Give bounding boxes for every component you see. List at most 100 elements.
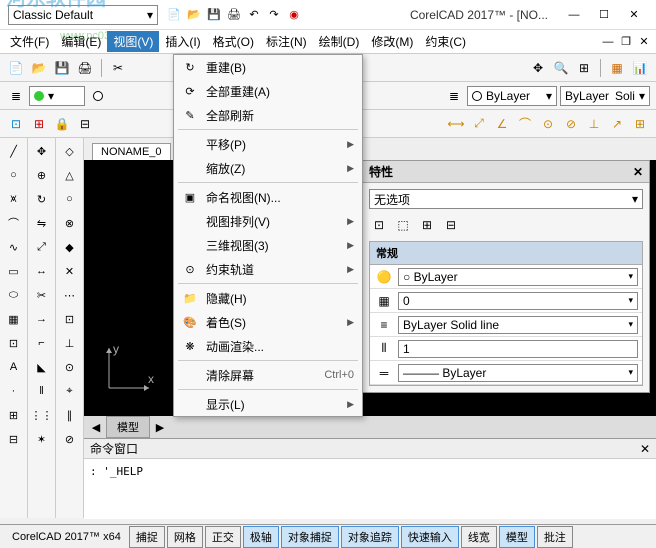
status-otrack[interactable]: 对象追踪 xyxy=(341,526,399,548)
layer-value[interactable]: 0▾ xyxy=(398,292,638,310)
dim-linear[interactable]: ⟷ xyxy=(446,114,466,134)
osnap-perp[interactable]: ⊥ xyxy=(61,334,79,352)
status-snap[interactable]: 捕捉 xyxy=(129,526,165,548)
maximize-button[interactable]: ☐ xyxy=(590,5,618,25)
layer-mgr-button[interactable]: ≣ xyxy=(6,86,26,106)
status-osnap[interactable]: 对象捕捉 xyxy=(281,526,339,548)
move-tool[interactable]: ✥ xyxy=(33,142,51,160)
dim-arc[interactable]: ⌒ xyxy=(515,114,535,134)
extend-tool[interactable]: → xyxy=(33,310,51,328)
menu-render[interactable]: ❋动画渲染... xyxy=(174,334,362,358)
calc-button[interactable]: 📊 xyxy=(630,58,650,78)
menu-draw[interactable]: 绘制(D) xyxy=(313,31,366,52)
line-tool[interactable]: ╱ xyxy=(5,142,23,160)
osnap-end[interactable]: ◇ xyxy=(61,142,79,160)
menu-clear-screen[interactable]: 清除屏幕Ctrl+0 xyxy=(174,363,362,387)
osnap-int[interactable]: ✕ xyxy=(61,262,79,280)
trim-tool[interactable]: ✂ xyxy=(33,286,51,304)
osnap-none[interactable]: ⊘ xyxy=(61,430,79,448)
open-button[interactable]: 📂 xyxy=(29,58,49,78)
close-icon[interactable]: ✕ xyxy=(640,442,650,456)
layer-state[interactable]: ▾ xyxy=(29,86,85,106)
save-icon[interactable]: 💾 xyxy=(206,7,222,23)
color-value[interactable]: ○ ByLayer▾ xyxy=(398,268,638,286)
status-model[interactable]: 模型 xyxy=(499,526,535,548)
block-tool[interactable]: ⊞ xyxy=(5,406,23,424)
osnap-node[interactable]: ⊗ xyxy=(61,214,79,232)
color-selector[interactable]: ByLayer▾ xyxy=(467,86,557,106)
workspace-selector[interactable]: Classic Default ▾ xyxy=(8,5,158,25)
chamfer-tool[interactable]: ◣ xyxy=(33,358,51,376)
offset-tool[interactable]: ‖ xyxy=(33,382,51,400)
zoom-button[interactable]: 🔍 xyxy=(551,58,571,78)
copy-tool[interactable]: ⊕ xyxy=(33,166,51,184)
polyline-tool[interactable]: ⩙ xyxy=(5,190,23,208)
document-tab[interactable]: NONAME_0 xyxy=(92,143,171,160)
hatch-tool[interactable]: ▦ xyxy=(5,310,23,328)
color-swatch[interactable] xyxy=(88,86,108,106)
dim-tool-1[interactable]: ⊡ xyxy=(6,114,26,134)
dim-tool-3[interactable]: 🔒 xyxy=(52,114,72,134)
redo-icon[interactable]: ↷ xyxy=(266,7,282,23)
status-annot[interactable]: 批注 xyxy=(537,526,573,548)
doc-close-icon[interactable]: ✕ xyxy=(636,34,652,50)
prop-tool-2[interactable]: ⬚ xyxy=(393,215,413,235)
menu-display[interactable]: 显示(L)▶ xyxy=(174,392,362,416)
dim-tool-2[interactable]: ⊞ xyxy=(29,114,49,134)
osnap-par[interactable]: ∥ xyxy=(61,406,79,424)
array-tool[interactable]: ⋮⋮ xyxy=(33,406,51,424)
menu-rebuild[interactable]: ↻重建(B) xyxy=(174,55,362,79)
menu-pan[interactable]: 平移(P)▶ xyxy=(174,132,362,156)
new-button[interactable]: 📄 xyxy=(6,58,26,78)
menu-zoom[interactable]: 缩放(Z)▶ xyxy=(174,156,362,180)
stretch-tool[interactable]: ↔ xyxy=(33,262,51,280)
menu-shade[interactable]: 🎨着色(S)▶ xyxy=(174,310,362,334)
doc-minimize-icon[interactable]: — xyxy=(600,34,616,50)
osnap-ext[interactable]: ⋯ xyxy=(61,286,79,304)
table-tool[interactable]: ⊟ xyxy=(5,430,23,448)
menu-insert[interactable]: 插入(I) xyxy=(159,31,206,52)
minimize-button[interactable]: — xyxy=(560,5,588,25)
osnap-mid[interactable]: △ xyxy=(61,166,79,184)
status-dyn[interactable]: 快速输入 xyxy=(401,526,459,548)
prop-tool-1[interactable]: ⊡ xyxy=(369,215,389,235)
layer-tool-button[interactable]: ≣ xyxy=(444,86,464,106)
menu-3d-view[interactable]: 三维视图(3)▶ xyxy=(174,233,362,257)
menu-modify[interactable]: 修改(M) xyxy=(365,31,419,52)
menu-constraint-orbit[interactable]: ⊙约束轨道▶ xyxy=(174,257,362,281)
circle-tool[interactable]: ○ xyxy=(5,166,23,184)
section-header[interactable]: 常规 xyxy=(370,242,642,265)
prop-tool-3[interactable]: ⊞ xyxy=(417,215,437,235)
status-grid[interactable]: 网格 xyxy=(167,526,203,548)
menu-rebuild-all[interactable]: ⟳全部重建(A) xyxy=(174,79,362,103)
osnap-quad[interactable]: ◆ xyxy=(61,238,79,256)
new-icon[interactable]: 📄 xyxy=(166,7,182,23)
osnap-ins[interactable]: ⊡ xyxy=(61,310,79,328)
tab-scroll-left-icon[interactable]: ◀ xyxy=(88,419,104,435)
dim-ordinate[interactable]: ⊥ xyxy=(584,114,604,134)
undo-icon[interactable]: ↶ xyxy=(246,7,262,23)
tab-scroll-right-icon[interactable]: ▶ xyxy=(152,419,168,435)
text-tool[interactable]: A xyxy=(5,358,23,376)
dim-tool-4[interactable]: ⊟ xyxy=(75,114,95,134)
menu-constrain[interactable]: 约束(C) xyxy=(419,31,472,52)
command-input[interactable]: : '_HELP xyxy=(84,459,656,519)
menu-edit[interactable]: 编辑(E) xyxy=(55,31,107,52)
print-icon[interactable]: 🖨 xyxy=(226,7,242,23)
lineweight-value[interactable]: ——— ByLayer▾ xyxy=(398,364,638,382)
save-button[interactable]: 💾 xyxy=(52,58,72,78)
dim-angular[interactable]: ∠ xyxy=(492,114,512,134)
pan-button[interactable]: ✥ xyxy=(528,58,548,78)
status-ortho[interactable]: 正交 xyxy=(205,526,241,548)
osnap-cen[interactable]: ○ xyxy=(61,190,79,208)
menu-annotate[interactable]: 标注(N) xyxy=(260,31,313,52)
menu-named-views[interactable]: ▣命名视图(N)... xyxy=(174,185,362,209)
spline-tool[interactable]: ∿ xyxy=(5,238,23,256)
dim-aligned[interactable]: ⤢ xyxy=(469,114,489,134)
osnap-tan[interactable]: ⊙ xyxy=(61,358,79,376)
close-button[interactable]: ✕ xyxy=(620,5,648,25)
point-tool[interactable]: · xyxy=(5,382,23,400)
dim-radius[interactable]: ⊙ xyxy=(538,114,558,134)
print-button[interactable]: 🖨 xyxy=(75,58,95,78)
scale-tool[interactable]: ⤢ xyxy=(33,238,51,256)
